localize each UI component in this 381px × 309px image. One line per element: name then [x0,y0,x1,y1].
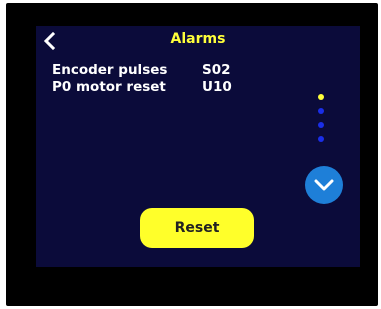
page-indicator [318,94,326,150]
alarm-code: S02 [202,62,231,78]
chevron-down-icon [314,179,334,191]
alarm-code: U10 [202,79,232,95]
page-dot [318,122,324,128]
alarm-name: Encoder pulses [52,62,168,78]
page-dot-active [318,94,324,100]
reset-button[interactable]: Reset [140,208,254,248]
alarm-list: Encoder pulses S02 P0 motor reset U10 [52,62,252,96]
page-title: Alarms [170,31,226,47]
device-frame: Alarms Encoder pulses S02 P0 motor reset… [6,3,378,306]
alarms-screen: Alarms Encoder pulses S02 P0 motor reset… [36,26,360,267]
alarm-row: P0 motor reset U10 [52,79,252,96]
page-dot [318,136,324,142]
scroll-down-button[interactable] [305,166,343,204]
alarm-name: P0 motor reset [52,79,166,95]
page-dot [318,108,324,114]
alarm-row: Encoder pulses S02 [52,62,252,79]
